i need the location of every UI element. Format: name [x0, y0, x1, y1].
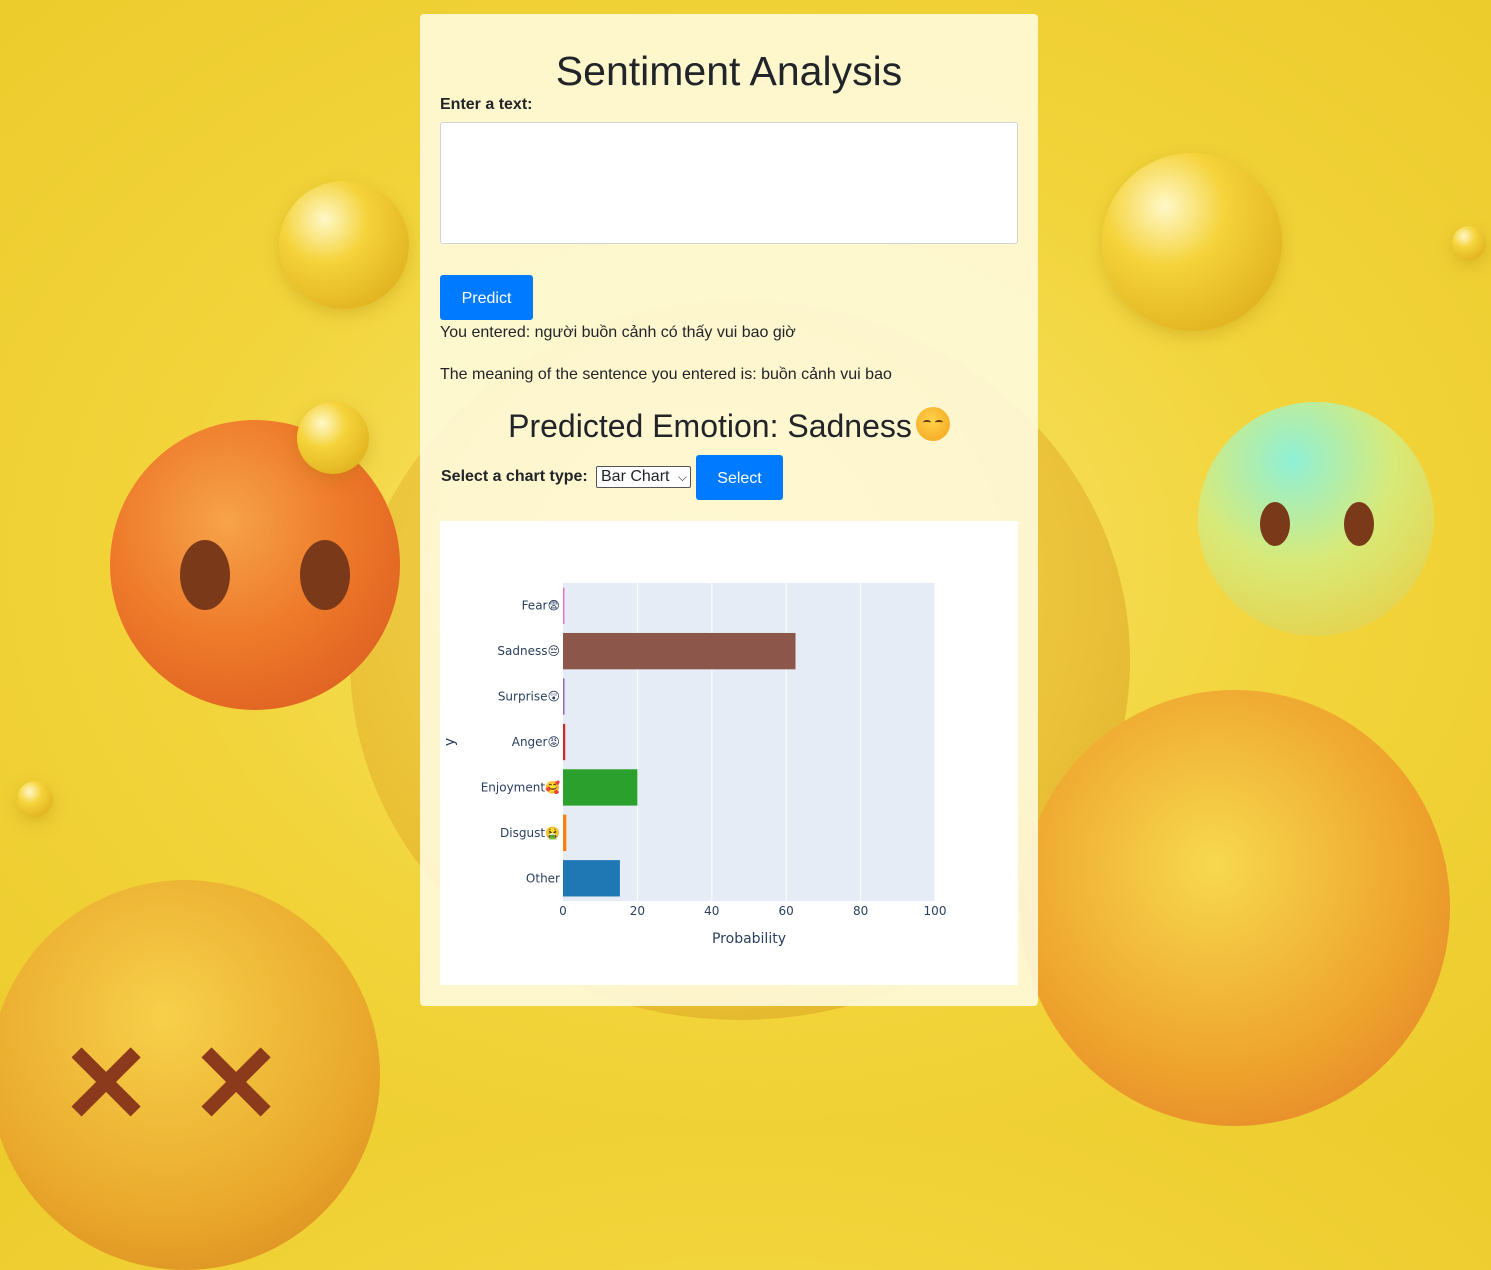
- bar: [563, 769, 638, 806]
- x-tick-label: 80: [853, 904, 868, 918]
- bar: [563, 860, 620, 897]
- entered-text: You entered: người buồn cảnh có thấy vui…: [440, 324, 796, 341]
- select-button[interactable]: Select: [696, 455, 783, 500]
- x-tick-label: 0: [559, 904, 567, 918]
- x-tick-label: 60: [779, 904, 794, 918]
- probability-chart: 0 20 40 60 80 100 Other Disgust🤮 Enjoyment🥰 Anger…: [440, 521, 1018, 985]
- x-tick-label: 40: [704, 904, 719, 918]
- chart-type-selected: Bar Chart: [601, 468, 670, 485]
- chart-type-label: Select a chart type:: [441, 468, 588, 485]
- y-tick-label: Enjoyment🥰: [481, 779, 560, 794]
- chart-type-select[interactable]: Bar Chart ⌵: [596, 466, 691, 488]
- text-input[interactable]: [440, 122, 1018, 244]
- predict-button[interactable]: Predict: [440, 275, 533, 320]
- bar: [563, 678, 565, 715]
- background-bubble: [17, 781, 53, 817]
- text-input-label: Enter a text:: [440, 96, 533, 113]
- x-tick-label: 100: [924, 904, 947, 918]
- background-bubble: [279, 181, 409, 309]
- bar: [563, 723, 566, 761]
- pensive-face-icon: [915, 407, 950, 441]
- predicted-emotion-text: Predicted Emotion: Sadness: [508, 408, 912, 444]
- bar-chart-svg: 0 20 40 60 80 100 Other Disgust🤮 Enjoyment🥰 Anger…: [442, 583, 947, 947]
- bar: [563, 632, 796, 670]
- y-tick-label: Disgust🤮: [500, 826, 560, 840]
- main-card: Sentiment Analysis Enter a text: Predict…: [420, 14, 1038, 1006]
- sentence-meaning: The meaning of the sentence you entered …: [440, 366, 892, 383]
- plot-area: [563, 583, 935, 901]
- predicted-emotion: Predicted Emotion: Sadness: [420, 407, 1038, 445]
- x-tick-label: 20: [630, 904, 645, 918]
- y-tick-label: Anger😡: [512, 735, 560, 749]
- chart-type-label-wrap: Select a chart type:: [441, 468, 588, 486]
- y-tick-label: Sadness😔: [497, 644, 560, 658]
- y-axis-title: y: [442, 738, 458, 746]
- chevron-down-icon: ⌵: [677, 470, 687, 484]
- page-title: Sentiment Analysis: [555, 48, 903, 94]
- background-emoji-fearful: [1198, 402, 1434, 636]
- background-bubble: [297, 402, 369, 474]
- y-tick-label: Fear😨: [522, 599, 560, 613]
- bar: [563, 814, 567, 852]
- background-emoji-happy: [1020, 690, 1450, 1126]
- y-tick-label: Surprise😲: [498, 690, 560, 704]
- background-bubble: [1452, 226, 1486, 260]
- x-axis-title: Probability: [712, 931, 786, 947]
- bar: [563, 587, 565, 624]
- background-bubble: [1102, 153, 1282, 331]
- background-emoji-dizzy: ✕ ✕: [0, 880, 380, 1270]
- y-tick-label: Other: [526, 871, 560, 885]
